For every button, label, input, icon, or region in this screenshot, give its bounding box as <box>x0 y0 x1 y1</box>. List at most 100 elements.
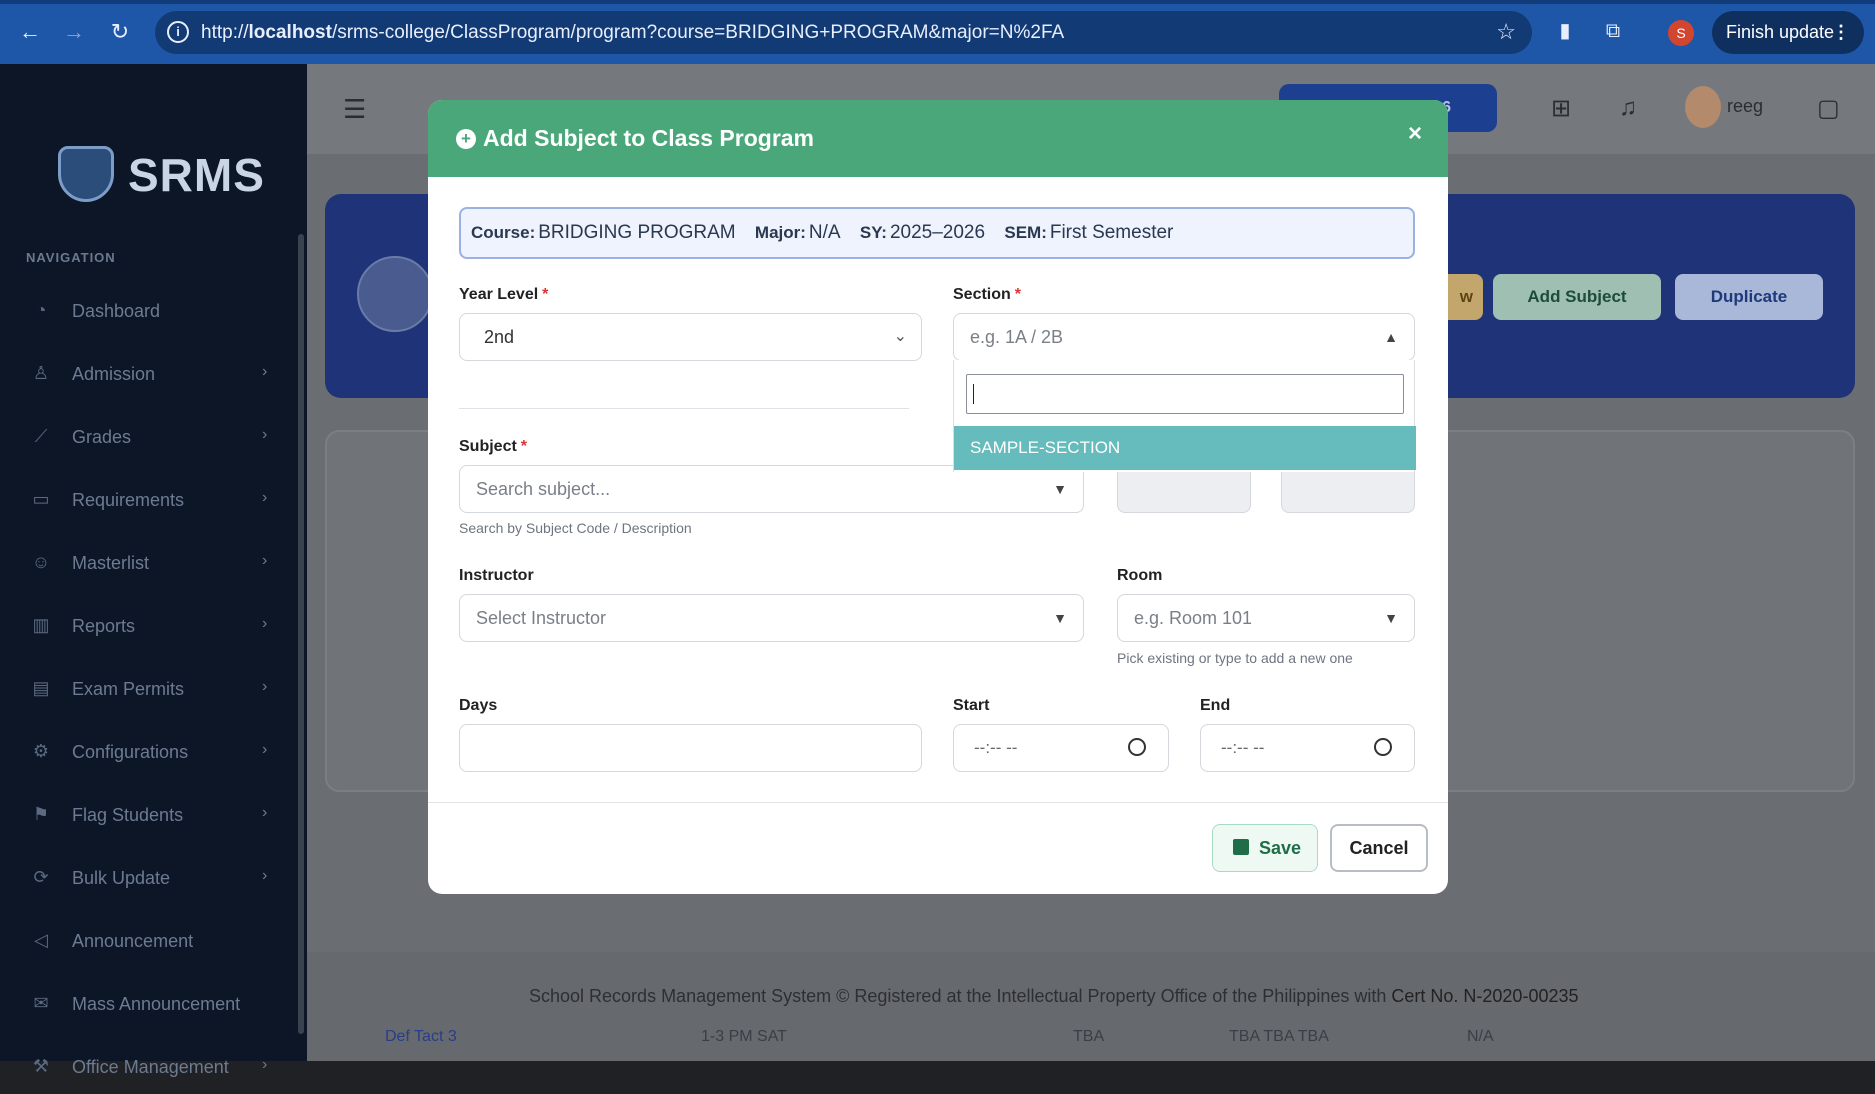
duplicate-button[interactable]: Duplicate <box>1675 274 1823 320</box>
units-field <box>1117 465 1251 513</box>
chevron-right-icon: › <box>262 615 268 632</box>
sidebar-item-dashboard[interactable]: ◔ Dashboard <box>0 286 298 338</box>
add-subject-button[interactable]: Add Subject <box>1493 274 1661 320</box>
refresh-icon: ⟳ <box>33 867 49 887</box>
room-combobox[interactable]: e.g. Room 101 ▼ <box>1117 594 1415 642</box>
table-row: Def Tact 3 1-3 PM SAT TBA TBA TBA TBA N/… <box>385 1028 1494 1045</box>
address-bar[interactable]: i http://localhost/srms-college/ClassPro… <box>155 11 1532 54</box>
caret-down-icon: ▼ <box>1053 481 1067 497</box>
chevron-right-icon: › <box>262 678 268 695</box>
days-label: Days <box>459 697 498 714</box>
subject-search-select[interactable]: Search subject... ▼ <box>459 465 1084 513</box>
chevron-right-icon: › <box>262 1056 268 1073</box>
sidebar-item-masterlist[interactable]: ☺ Masterlist › <box>0 538 298 590</box>
sidebar-item-flag-students[interactable]: ⚑ Flag Students › <box>0 790 298 842</box>
clock-icon[interactable] <box>1374 738 1392 756</box>
reload-icon[interactable]: ↻ <box>106 18 134 46</box>
users-icon: ☺ <box>31 552 51 572</box>
text-cursor <box>973 384 974 404</box>
back-icon[interactable]: ← <box>16 18 44 46</box>
instructor-select[interactable]: Select Instructor ▼ <box>459 594 1084 642</box>
url-text[interactable]: http://localhost/srms-college/ClassProgr… <box>201 22 1064 44</box>
chat-icon[interactable]: ▢ <box>1817 94 1840 123</box>
flag-icon: ⚑ <box>32 804 50 824</box>
bell-icon[interactable]: ♫ <box>1619 94 1637 122</box>
start-label: Start <box>953 697 990 714</box>
menu-dots-icon[interactable]: ⋮ <box>1832 11 1850 54</box>
tab-strip <box>0 0 1875 4</box>
username[interactable]: reeg <box>1727 96 1763 117</box>
room-hint: Pick existing or type to add a new one <box>1117 650 1353 666</box>
megaphone-icon: ◁ <box>34 930 48 950</box>
sidebar-item-exam-permits[interactable]: ▤ Exam Permits › <box>0 664 298 716</box>
apps-grid-icon[interactable]: ⊞ <box>1551 94 1571 123</box>
end-time-input[interactable]: --:-- -- <box>1200 724 1415 772</box>
chart-line-icon: ⟋ <box>34 426 48 446</box>
section-search-input[interactable] <box>966 374 1404 414</box>
sidebar-item-grades[interactable]: ⟋ Grades › <box>0 412 298 464</box>
caret-up-icon: ▲ <box>1384 329 1398 345</box>
section-combobox[interactable]: e.g. 1A / 2B ▲ <box>953 313 1415 361</box>
caret-down-icon: ▼ <box>1384 610 1398 626</box>
book-icon <box>357 256 433 332</box>
gear-icon: ⚙ <box>32 741 50 761</box>
sidebar-item-requirements[interactable]: ▭ Requirements › <box>0 475 298 527</box>
hours-field <box>1281 465 1415 513</box>
hamburger-icon[interactable]: ☰ <box>343 94 366 125</box>
profile-avatar[interactable]: S <box>1668 20 1694 46</box>
dashboard-icon: ◔ <box>35 300 47 320</box>
sidebar-item-configurations[interactable]: ⚙ Configurations › <box>0 727 298 779</box>
reading-list-icon[interactable]: ▮ <box>1552 18 1578 44</box>
brand-logo[interactable]: SRMS <box>58 146 264 202</box>
bookmark-star-icon[interactable]: ☆ <box>1496 19 1516 45</box>
sidebar-item-bulk-update[interactable]: ⟳ Bulk Update › <box>0 853 298 905</box>
clock-icon[interactable] <box>1128 738 1146 756</box>
sidebar-item-admission[interactable]: ♙ Admission › <box>0 349 298 401</box>
envelope-icon: ✉ <box>33 993 49 1013</box>
context-summary: Course: BRIDGING PROGRAM Major: N/A SY: 202… <box>459 207 1415 259</box>
divider <box>459 408 909 409</box>
modal-title: Add Subject to Class Program <box>483 125 815 151</box>
finish-update-button[interactable]: Finish update ⋮ <box>1712 11 1864 54</box>
sidebar-item-office-management[interactable]: ⚒ Office Management › <box>0 1042 298 1094</box>
floppy-disk-icon <box>1233 839 1249 855</box>
user-plus-icon: ♙ <box>32 363 50 383</box>
sidebar-item-reports[interactable]: ▥ Reports › <box>0 601 298 653</box>
chevron-right-icon: › <box>262 489 268 506</box>
sidebar-item-mass-announcement[interactable]: ✉ Mass Announcement <box>0 979 298 1031</box>
forward-icon[interactable]: → <box>60 18 88 46</box>
modal-footer-divider <box>428 802 1448 803</box>
chevron-right-icon: › <box>262 363 268 380</box>
section-option[interactable]: SAMPLE-SECTION <box>954 426 1416 470</box>
section-label: Section * <box>953 286 1022 303</box>
section-dropdown: SAMPLE-SECTION <box>953 360 1416 472</box>
brand-name: SRMS <box>128 149 265 201</box>
year-level-select[interactable]: 2nd ⌄ <box>459 313 922 361</box>
extensions-icon[interactable]: ⧉ <box>1600 18 1626 44</box>
instructor-label: Instructor <box>459 567 534 584</box>
chevron-right-icon: › <box>262 804 268 821</box>
id-card-icon: ▤ <box>32 678 50 698</box>
bar-chart-icon: ▥ <box>32 615 50 635</box>
nav-section-title: NAVIGATION <box>26 250 116 265</box>
chevron-right-icon: › <box>262 741 268 758</box>
chevron-right-icon: › <box>262 426 268 443</box>
sidebar: SRMS NAVIGATION ◔ Dashboard ♙ Admission › ⟋… <box>0 64 307 1077</box>
folder-icon: ▭ <box>32 489 50 509</box>
add-subject-modal: + Add Subject to Class Program × Course:… <box>428 100 1448 894</box>
modal-header: + Add Subject to Class Program × <box>428 100 1448 177</box>
sidebar-item-announcement[interactable]: ◁ Announcement <box>0 916 298 968</box>
days-input[interactable] <box>459 724 922 772</box>
cancel-button[interactable]: Cancel <box>1330 824 1428 872</box>
end-label: End <box>1200 697 1231 714</box>
start-time-input[interactable]: --:-- -- <box>953 724 1169 772</box>
sidebar-scrollbar[interactable] <box>298 234 304 1034</box>
subject-hint: Search by Subject Code / Description <box>459 520 692 536</box>
avatar[interactable] <box>1685 86 1721 128</box>
chevron-right-icon: › <box>262 552 268 569</box>
save-button[interactable]: Save <box>1212 824 1318 872</box>
shield-logo-icon <box>58 146 114 202</box>
site-info-icon[interactable]: i <box>167 21 189 43</box>
footer-text: School Records Management System © Regis… <box>529 986 1579 1006</box>
close-icon[interactable]: × <box>1408 120 1422 148</box>
